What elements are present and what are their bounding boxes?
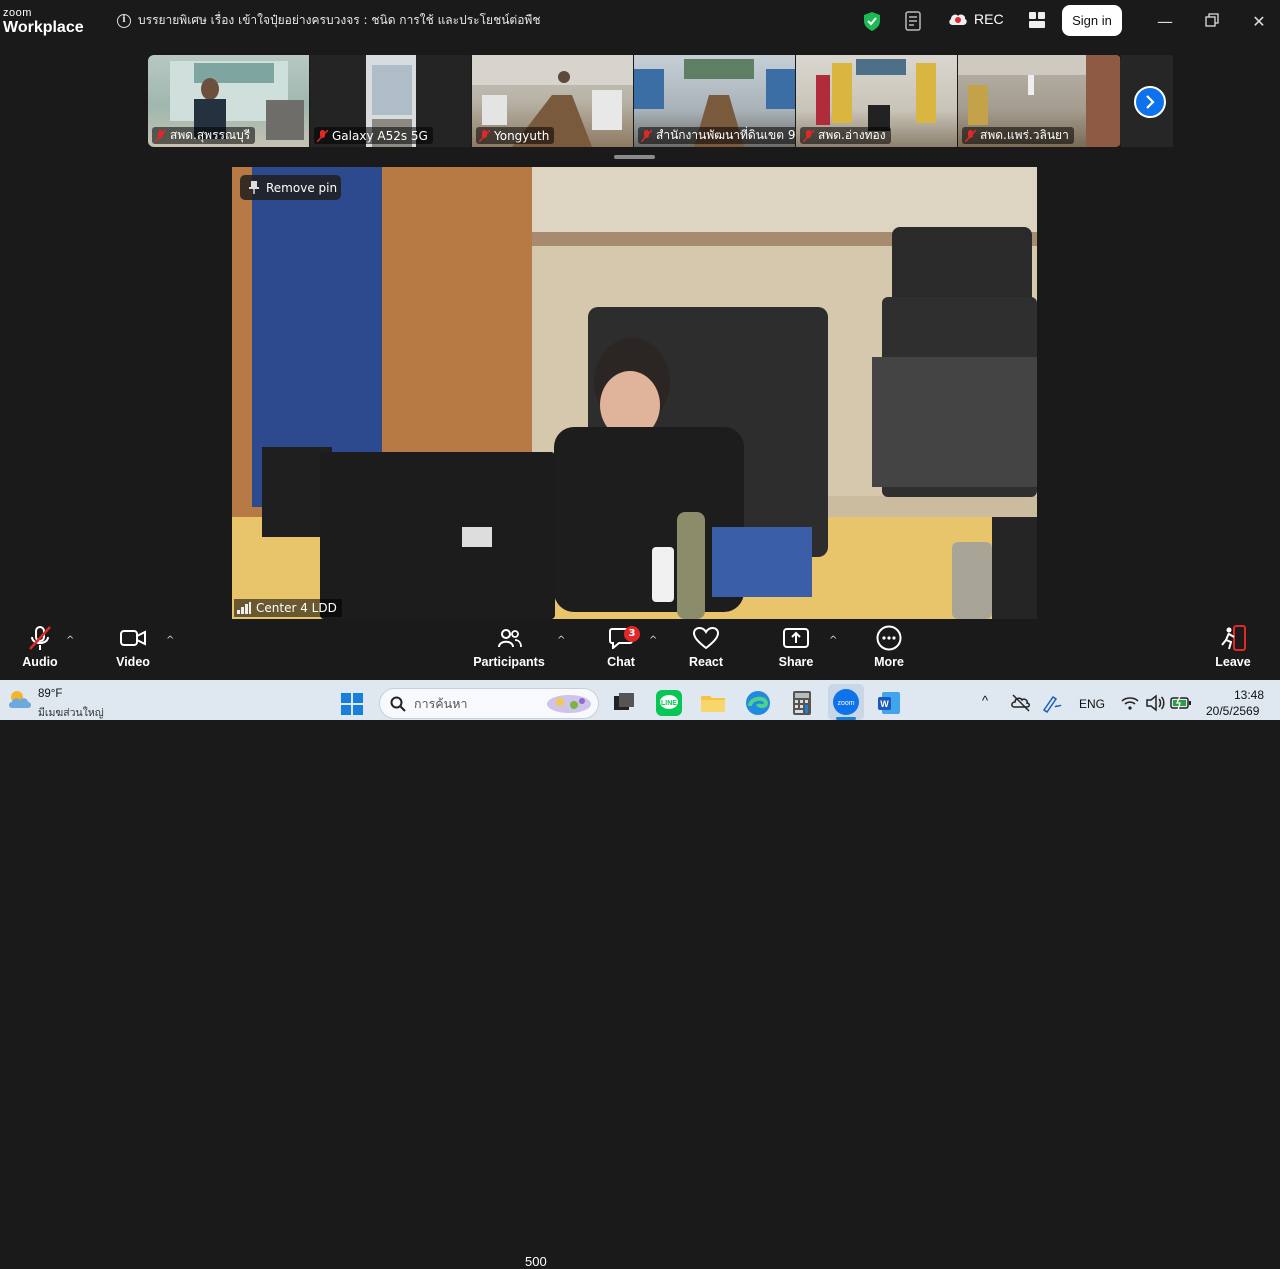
participant-thumbnail[interactable]: สำนักงานพัฒนาที่ดินเขต 9 [634,55,796,147]
show-hidden-icons-chevron-icon[interactable]: ^ [982,693,988,708]
thumbnail-name-tag: สำนักงานพัฒนาที่ดินเขต 9 [638,127,795,144]
weather-temperature[interactable]: 89°F [38,688,62,700]
task-view-icon[interactable] [611,690,637,716]
participant-thumbnail[interactable]: สพด.แพร่.วลินยา [958,55,1120,147]
start-button[interactable] [341,693,363,719]
mic-muted-icon [155,129,166,142]
active-speaker-name-tag: Center 4 LDD [234,599,342,617]
thumbnail-name-tag: Galaxy A52s 5G [314,127,433,144]
battery-charging-icon[interactable] [1170,694,1192,712]
weather-description[interactable]: มีเมฆส่วนใหญ่ [38,704,104,721]
pen-input-icon[interactable] [1041,693,1063,714]
chat-unread-badge: 3 [624,626,640,642]
mic-muted-icon [479,129,490,142]
main-video-feed [232,167,1037,619]
encryption-shield-icon[interactable] [864,12,880,35]
file-explorer-icon[interactable] [700,690,726,716]
mic-muted-icon [29,626,51,650]
search-placeholder: การค้นหา [414,695,468,711]
thumbnail-name-tag: สพด.แพร่.วลินยา [962,127,1074,144]
svg-text:LINE: LINE [661,700,677,707]
audio-button[interactable]: Audio [20,620,60,680]
word-app-icon[interactable]: W [876,690,902,716]
remove-pin-label: Remove pin [266,180,338,195]
partly-cloudy-icon [9,691,31,708]
meeting-title: บรรยายพิเศษ เรื่อง เข้าใจปุ๋ยอย่างครบวงจ… [138,13,541,27]
video-button[interactable]: Video [113,620,153,680]
camera-icon [120,630,146,646]
mic-muted-icon [803,129,814,142]
participant-thumbnail[interactable]: สพด.สุพรรณบุรี [148,55,310,147]
zoom-app-icon[interactable]: zoom [828,684,864,720]
restore-icon[interactable] [1202,12,1222,32]
chat-options-caret[interactable]: ^ [649,635,657,646]
more-icon [876,625,902,651]
participant-thumbnail[interactable]: สพด.อ่างทอง [796,55,958,147]
logo-bottom-text: Workplace [3,19,84,36]
thumbnail-name-tag: Yongyuth [476,127,555,144]
calculator-icon[interactable] [789,690,815,716]
mic-muted-icon [317,129,328,142]
search-icon [390,696,406,712]
thumbnail-name-tag: สพด.อ่างทอง [800,127,891,144]
logo-top-text: zoom [3,7,32,19]
video-options-caret[interactable]: ^ [166,635,174,646]
mic-muted-icon [965,129,976,142]
apps-icon[interactable] [1029,12,1045,32]
participants-count: 500 [525,1254,547,1269]
clock-time[interactable]: 13:48 [1234,688,1264,702]
meeting-info[interactable]: i บรรยายพิเศษ เรื่อง เข้าใจปุ๋ยอย่างครบว… [117,11,541,30]
next-page-button[interactable] [1134,86,1166,118]
line-app-icon[interactable]: LINE [656,690,682,716]
svg-text:W: W [880,699,889,709]
edge-browser-icon[interactable] [745,690,771,716]
chevron-right-icon [1146,95,1155,109]
mic-muted-icon [641,129,652,142]
share-button[interactable]: Share [778,620,814,680]
notes-icon[interactable] [905,11,923,35]
signal-strength-icon [237,602,251,614]
participant-thumbnail[interactable]: Yongyuth [472,55,634,147]
zoom-logo: zoom Workplace [3,8,84,36]
cloud-icon [949,14,967,25]
taskbar-search-box[interactable]: การค้นหา [379,688,599,719]
leave-icon [1221,625,1246,651]
participants-icon [498,629,522,648]
more-button[interactable]: More [871,620,907,680]
meeting-toolbar: Audio ^ Video ^ Participants 500 ^ Chat … [0,620,1280,1269]
cloud-recording-indicator[interactable]: REC [948,11,1004,27]
rec-label: REC [974,11,1004,27]
participants-options-caret[interactable]: ^ [557,635,565,646]
volume-icon[interactable] [1145,694,1165,712]
close-icon[interactable]: ✕ [1249,12,1269,32]
title-bar: zoom Workplace i บรรยายพิเศษ เรื่อง เข้า… [0,0,1280,44]
share-options-caret[interactable]: ^ [829,635,837,646]
weather-widget[interactable] [6,688,34,714]
remove-pin-button[interactable]: Remove pin [240,175,341,200]
clock-date[interactable]: 20/5/2569 [1206,704,1259,718]
windows-logo-icon [341,693,363,715]
heart-icon [693,627,719,649]
participants-button[interactable]: Participants [473,620,545,680]
sign-in-button[interactable]: Sign in [1062,5,1122,36]
info-icon[interactable]: i [117,13,131,28]
react-button[interactable]: React [688,620,724,680]
offline-sync-icon[interactable] [1011,693,1031,713]
active-speaker-name: Center 4 LDD [256,601,337,615]
leave-button[interactable]: Leave [1214,620,1252,680]
strip-resize-handle[interactable] [614,155,655,159]
minimize-icon[interactable]: — [1155,12,1175,32]
svg-text:zoom: zoom [837,700,854,707]
pin-icon [249,181,259,194]
thumbnail-name-tag: สพด.สุพรรณบุรี [152,127,256,144]
wifi-icon[interactable] [1121,694,1139,712]
input-language[interactable]: ENG [1079,697,1105,711]
share-screen-icon [783,628,809,648]
audio-options-caret[interactable]: ^ [66,635,74,646]
participant-thumbnail-strip: สพด.สุพรรณบุรี Galaxy A52s 5G Yongyuth ส… [148,55,1121,147]
participant-thumbnail[interactable]: Galaxy A52s 5G [310,55,472,147]
search-highlight-icon [547,694,591,713]
